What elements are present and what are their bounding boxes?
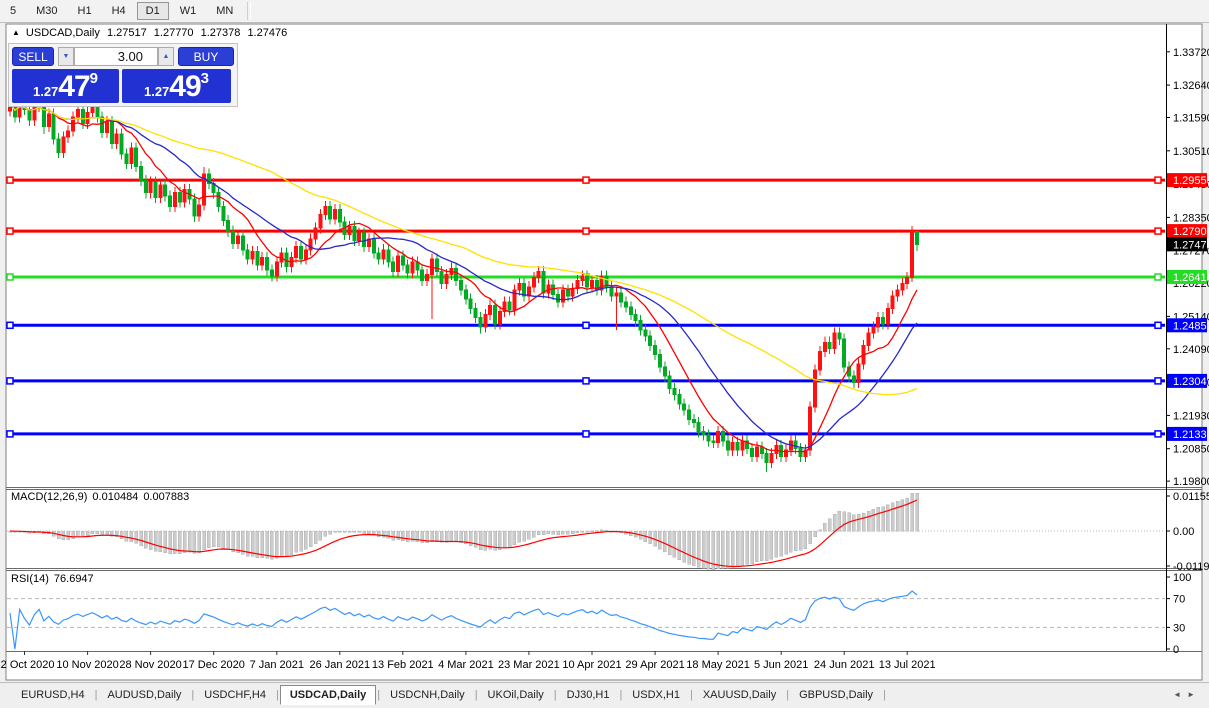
ohlc-low: 1.27378 [201,27,241,39]
macd-signal-value: 0.007883 [143,491,189,503]
collapse-panel-icon[interactable]: ▲ [12,28,20,37]
sell-price-main: 47 [58,72,89,102]
macd-label: MACD(12,26,9) 0.010484 0.007883 [11,491,194,503]
buy-price-pip: 3 [201,71,209,86]
spin-down-icon: ▼ [63,53,70,60]
buy-price-button[interactable]: 1.27493 [122,69,231,103]
macd-main-value: 0.010484 [92,491,138,503]
sell-price-pip: 9 [90,71,98,86]
one-click-trade-panel: SELL ▼ 3.00 ▲ BUY 1.27479 1.27493 [8,43,238,107]
sell-button[interactable]: SELL [12,47,54,66]
ohlc-high: 1.27770 [154,27,194,39]
rsi-value: 76.6947 [54,573,94,585]
time-scale[interactable] [7,652,1165,679]
mt4-terminal: { "toolbar": { "timeframes": [ {"label":… [0,0,1209,708]
sell-price-prefix: 1.27 [33,82,58,102]
rsi-name: RSI(14) [11,573,49,585]
volume-input[interactable]: 3.00 [74,47,158,66]
main-chart-plot-area[interactable] [7,45,1165,486]
ohlc-open: 1.27517 [107,27,147,39]
buy-price-main: 49 [169,72,200,102]
volume-decrease-button[interactable]: ▼ [58,47,74,66]
chart-symbol-label: USDCAD,Daily [26,27,100,39]
buy-price-prefix: 1.27 [144,82,169,102]
price-scale[interactable] [1166,25,1206,651]
ohlc-close: 1.27476 [247,27,287,39]
macd-name: MACD(12,26,9) [11,491,87,503]
volume-increase-button[interactable]: ▲ [158,47,174,66]
rsi-plot-area[interactable] [7,572,1165,650]
chart-header: ▲ USDCAD,Daily 1.27517 1.27770 1.27378 1.… [12,27,291,39]
rsi-label: RSI(14) 76.6947 [11,573,99,585]
sell-price-button[interactable]: 1.27479 [12,69,119,103]
spin-up-icon: ▲ [163,53,170,60]
buy-button[interactable]: BUY [178,47,234,66]
